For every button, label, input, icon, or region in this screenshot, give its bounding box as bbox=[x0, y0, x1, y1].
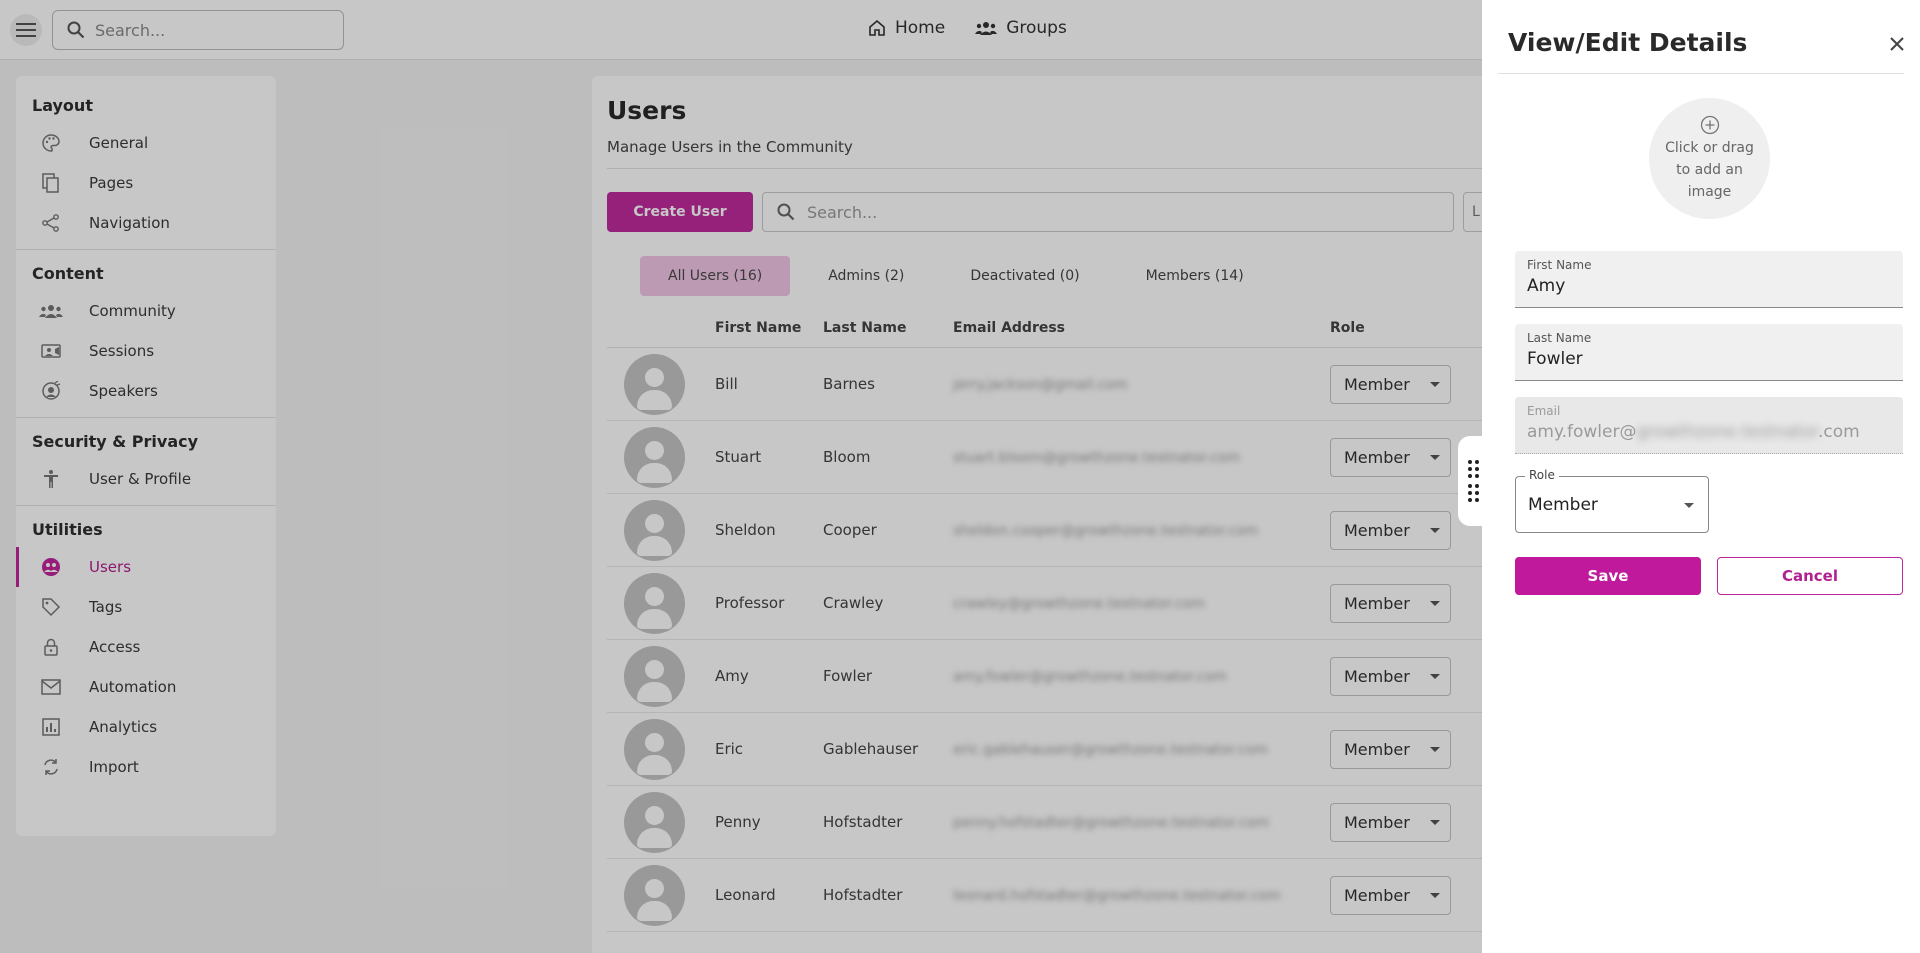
divider bbox=[1498, 73, 1904, 74]
drag-dots-icon bbox=[1467, 484, 1479, 502]
cancel-button[interactable]: Cancel bbox=[1717, 557, 1903, 595]
last-name-field[interactable]: Last Name Fowler bbox=[1515, 324, 1903, 381]
close-button[interactable] bbox=[1886, 33, 1908, 55]
email-prefix: amy.fowler@ bbox=[1527, 422, 1637, 442]
add-circle-icon bbox=[1700, 115, 1719, 134]
role-value: Member bbox=[1528, 495, 1598, 515]
email-redacted: growthzone.testnator bbox=[1636, 422, 1818, 442]
chevron-down-icon bbox=[1684, 503, 1694, 508]
role-label: Role bbox=[1525, 468, 1559, 482]
first-name-value: Amy bbox=[1527, 276, 1566, 296]
email-label: Email bbox=[1527, 404, 1561, 418]
email-field: Email amy.fowler@growthzone.testnator.co… bbox=[1515, 397, 1903, 454]
image-upload-dropzone[interactable]: Click or drag to add an image bbox=[1649, 98, 1770, 219]
panel-title: View/Edit Details bbox=[1508, 28, 1748, 57]
details-panel: View/Edit Details Click or drag to add a… bbox=[1482, 0, 1920, 953]
email-value: amy.fowler@growthzone.testnator.com bbox=[1527, 422, 1891, 442]
save-button[interactable]: Save bbox=[1515, 557, 1701, 595]
first-name-label: First Name bbox=[1527, 258, 1592, 272]
last-name-value: Fowler bbox=[1527, 349, 1583, 369]
last-name-label: Last Name bbox=[1527, 331, 1592, 345]
first-name-field[interactable]: First Name Amy bbox=[1515, 251, 1903, 308]
drag-dots-icon bbox=[1467, 460, 1479, 478]
close-icon bbox=[1890, 37, 1904, 51]
role-select[interactable]: Role Member bbox=[1515, 468, 1709, 533]
email-suffix: .com bbox=[1817, 422, 1860, 442]
upload-text: Click or drag to add an image bbox=[1665, 139, 1754, 200]
